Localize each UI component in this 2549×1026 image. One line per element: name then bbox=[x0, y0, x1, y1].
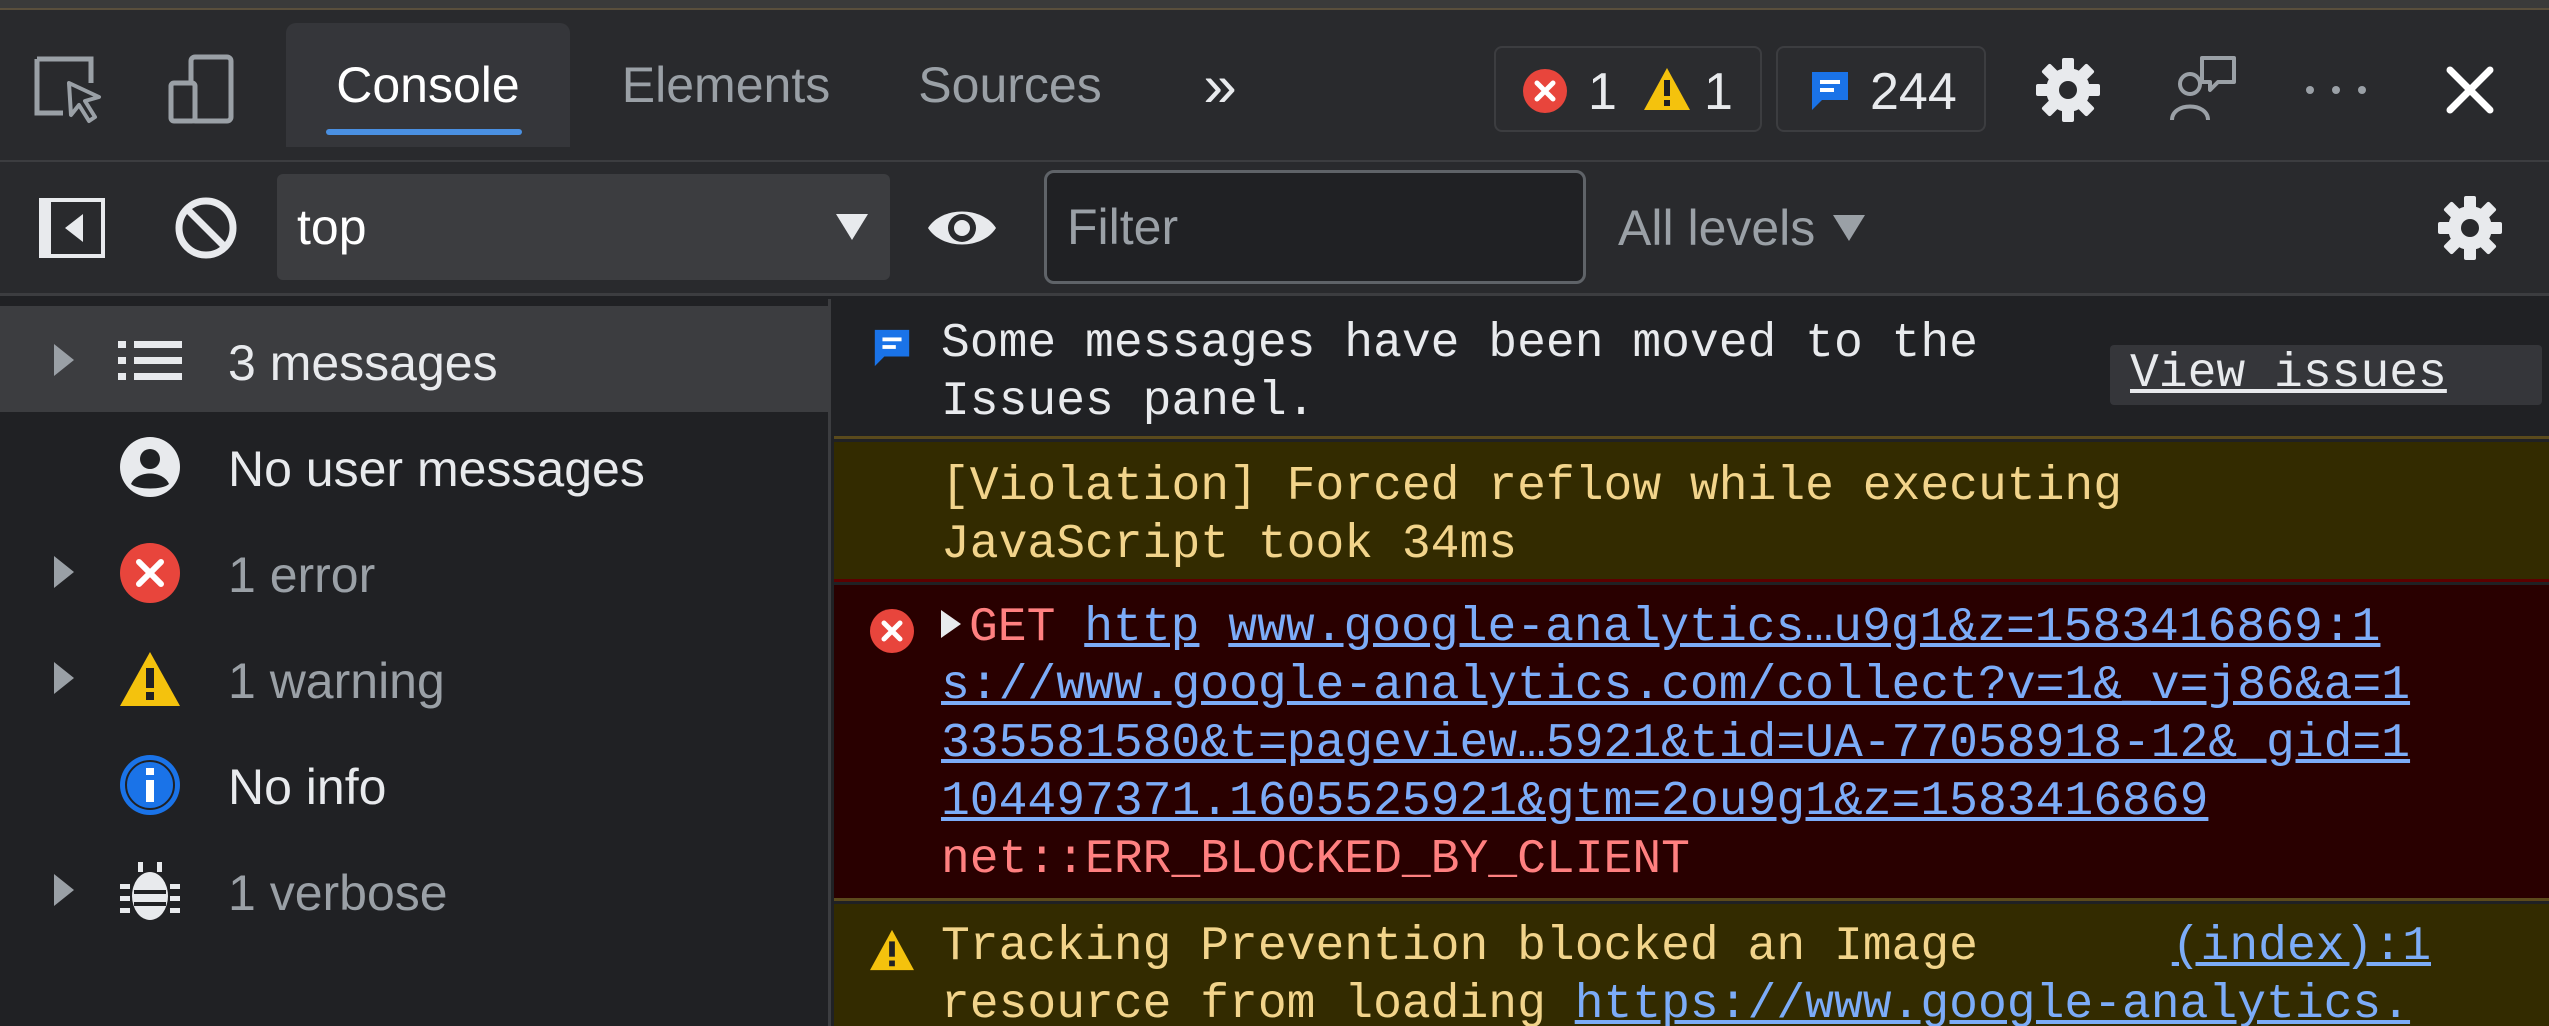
expand-caret-icon[interactable] bbox=[54, 556, 74, 588]
info-message-text: Some messages have been moved to the Iss… bbox=[941, 315, 1978, 431]
expand-triangle-icon[interactable] bbox=[941, 610, 961, 638]
expand-caret-icon[interactable] bbox=[54, 344, 74, 376]
issues-message-icon bbox=[1812, 72, 1848, 110]
clear-console-icon[interactable] bbox=[166, 188, 246, 268]
sidebar-item-info[interactable]: No info bbox=[0, 730, 828, 836]
user-icon bbox=[118, 435, 182, 499]
sidebar-item-label: 1 warning bbox=[228, 653, 445, 709]
console-messages: Some messages have been moved to the Iss… bbox=[834, 299, 2549, 1026]
tab-sources-label: Sources bbox=[918, 57, 1102, 113]
sidebar-item-label: No info bbox=[228, 759, 387, 815]
expand-caret-icon[interactable] bbox=[54, 662, 74, 694]
active-tab-indicator bbox=[326, 129, 522, 135]
error-reason: net::ERR_BLOCKED_BY_CLIENT bbox=[941, 833, 1690, 887]
execution-context-value: top bbox=[297, 199, 367, 255]
chevron-down-icon bbox=[1833, 215, 1866, 241]
warning-line-1: Tracking Prevention blocked an Image bbox=[941, 920, 1978, 974]
bug-icon bbox=[118, 859, 182, 923]
sidebar-item-label: 1 error bbox=[228, 547, 376, 603]
error-message-text: GET http www.google-analytics…u9g1&z=158… bbox=[941, 599, 2501, 889]
devtools-tab-bar: Console Elements Sources » 1 1 244 bbox=[0, 10, 2549, 162]
sidebar-item-label: 3 messages bbox=[228, 335, 498, 391]
info-line-2: Issues panel. bbox=[941, 375, 1316, 429]
tab-console[interactable]: Console bbox=[286, 23, 570, 147]
filter-input[interactable] bbox=[1044, 170, 1586, 284]
more-tabs-icon: » bbox=[1203, 51, 1237, 119]
sidebar-item-user-messages[interactable]: No user messages bbox=[0, 412, 828, 518]
console-message-warning: Tracking Prevention blocked an Image res… bbox=[834, 904, 2549, 1026]
sidebar-item-verbose[interactable]: 1 verbose bbox=[0, 836, 828, 942]
inspect-element-icon[interactable] bbox=[30, 50, 110, 130]
error-url-link[interactable]: s://www.google-analytics.com/collect?v=1… bbox=[941, 659, 2410, 713]
window-top-edge bbox=[0, 0, 2549, 10]
violation-line-2: JavaScript took 34ms bbox=[941, 518, 1518, 572]
error-icon bbox=[866, 605, 918, 657]
view-issues-button[interactable]: View issues bbox=[2110, 345, 2542, 405]
sidebar-item-warnings[interactable]: 1 warning bbox=[0, 624, 828, 730]
settings-gear-icon[interactable] bbox=[2028, 50, 2108, 130]
more-options-icon[interactable] bbox=[2296, 50, 2376, 130]
console-message-violation: [Violation] Forced reflow while executin… bbox=[834, 442, 2549, 582]
expand-caret-icon[interactable] bbox=[54, 874, 74, 906]
execution-context-select[interactable]: top bbox=[277, 174, 890, 280]
console-toolbar: top All levels bbox=[0, 162, 2549, 296]
error-count: 1 bbox=[1588, 63, 1617, 121]
console-sidebar: 3 messages No user messages 1 error 1 wa… bbox=[0, 299, 831, 1026]
error-icon bbox=[1523, 69, 1567, 113]
show-sidebar-icon[interactable] bbox=[32, 188, 112, 268]
sidebar-item-messages[interactable]: 3 messages bbox=[0, 306, 828, 412]
close-icon[interactable] bbox=[2430, 50, 2510, 130]
list-icon bbox=[118, 329, 182, 393]
warning-url-link[interactable]: https://www.google-analytics. bbox=[1575, 978, 2410, 1026]
tab-elements[interactable]: Elements bbox=[596, 23, 856, 147]
tab-console-label: Console bbox=[336, 57, 520, 113]
error-url-link-start[interactable]: http bbox=[1084, 601, 1199, 655]
issues-message-icon bbox=[866, 321, 918, 373]
tab-sources[interactable]: Sources bbox=[892, 23, 1128, 147]
warning-icon bbox=[118, 647, 182, 711]
error-icon bbox=[118, 541, 182, 605]
device-toolbar-icon[interactable] bbox=[162, 50, 242, 130]
log-levels-dropdown[interactable]: All levels bbox=[1618, 188, 1866, 268]
issues-count: 244 bbox=[1870, 63, 1957, 121]
sidebar-item-label: No user messages bbox=[228, 441, 645, 497]
live-expression-eye-icon[interactable] bbox=[922, 188, 1002, 268]
warning-line-2: resource from loading bbox=[941, 978, 1575, 1026]
console-message-info: Some messages have been moved to the Iss… bbox=[834, 299, 2549, 439]
console-message-error: GET http www.google-analytics…u9g1&z=158… bbox=[834, 585, 2549, 901]
error-url-link[interactable]: 335581580&t=pageview…5921&tid=UA-7705891… bbox=[941, 717, 2410, 771]
tab-elements-label: Elements bbox=[621, 57, 831, 113]
feedback-icon[interactable] bbox=[2162, 50, 2242, 130]
error-method: GET bbox=[969, 601, 1056, 655]
warning-count: 1 bbox=[1704, 63, 1733, 121]
view-issues-label: View issues bbox=[2130, 347, 2447, 401]
more-tabs-button[interactable]: » bbox=[1180, 23, 1260, 147]
console-settings-gear-icon[interactable] bbox=[2430, 188, 2510, 268]
info-line-1: Some messages have been moved to the bbox=[941, 317, 1978, 371]
info-icon bbox=[118, 753, 182, 817]
warning-source-link[interactable]: (index):1 bbox=[2172, 918, 2431, 976]
error-warning-counter[interactable]: 1 1 bbox=[1494, 46, 1762, 132]
issues-counter[interactable]: 244 bbox=[1776, 46, 1986, 132]
warning-icon bbox=[866, 924, 918, 976]
sidebar-item-errors[interactable]: 1 error bbox=[0, 518, 828, 624]
error-source-link[interactable]: www.google-analytics…u9g1&z=1583416869:1 bbox=[1228, 601, 2380, 655]
error-url-link[interactable]: 104497371.1605525921&gtm=2ou9g1&z=158341… bbox=[941, 775, 2208, 829]
chevron-down-icon bbox=[836, 214, 868, 240]
violation-message-text: [Violation] Forced reflow while executin… bbox=[941, 458, 2122, 574]
violation-line-1: [Violation] Forced reflow while executin… bbox=[941, 460, 2122, 514]
sidebar-item-label: 1 verbose bbox=[228, 865, 448, 921]
warning-icon bbox=[1644, 68, 1690, 110]
log-levels-label: All levels bbox=[1618, 200, 1816, 256]
